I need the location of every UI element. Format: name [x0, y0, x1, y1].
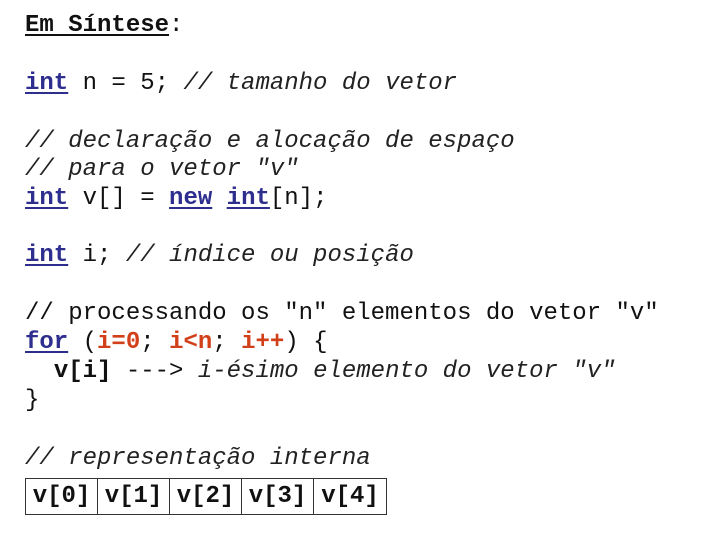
code-line-8: v[i] ---> i-ésimo elemento do vetor "v": [25, 358, 616, 386]
arrow: --->: [111, 358, 198, 385]
keyword-for: for: [25, 329, 69, 356]
code-line-2: // declaração e alocação de espaço: [25, 128, 515, 156]
code: i;: [68, 242, 126, 269]
keyword-int: int: [25, 185, 69, 212]
heading-text: Em Síntese: [25, 12, 170, 39]
init-expr: i=0: [97, 329, 141, 356]
paren-open: (: [68, 329, 98, 356]
code-line-7: for (i=0; i<n; i++) {: [25, 329, 328, 357]
code-line-6: // processando os "n" elementos do vetor…: [25, 300, 659, 328]
vector-cell: v[1]: [98, 479, 170, 514]
separator: ;: [140, 329, 170, 356]
code: v[] =: [68, 185, 170, 212]
code-line-5: int i; // índice ou posição: [25, 242, 414, 270]
heading-colon: :: [169, 12, 184, 39]
vector-cell: v[4]: [321, 483, 379, 510]
keyword-int: int: [25, 70, 69, 97]
heading: Em Síntese:: [25, 12, 183, 40]
code-line-4: int v[] = new int[n];: [25, 185, 328, 213]
code: [n];: [269, 185, 328, 212]
code-line-3: // para o vetor "v": [25, 156, 299, 184]
comment: // índice ou posição: [125, 242, 414, 269]
vector-cell: v[0]: [26, 479, 98, 514]
vector-access: v[i]: [53, 358, 112, 385]
vector-cell: v[2]: [170, 479, 242, 514]
vector-representation: v[0] v[1] v[2] v[3] v[4]: [25, 478, 387, 515]
keyword-int: int: [25, 242, 69, 269]
comment: // para o vetor "v": [25, 156, 299, 183]
comment: // representação interna: [25, 445, 371, 472]
code-line-1: int n = 5; // tamanho do vetor: [25, 70, 457, 98]
closing-brace: }: [25, 387, 40, 414]
incr-expr: i++: [241, 329, 285, 356]
code-line-9: }: [25, 387, 39, 415]
comment: // tamanho do vetor: [183, 70, 458, 97]
keyword-int: int: [226, 185, 270, 212]
vector-cell: v[3]: [242, 479, 314, 514]
separator: ;: [212, 329, 242, 356]
keyword-new: new: [169, 185, 213, 212]
paren-close: ) {: [284, 329, 328, 356]
comment: i-ésimo elemento do vetor "v": [197, 358, 616, 385]
code-line-10: // representação interna: [25, 445, 371, 473]
comment: // declaração e alocação de espaço: [25, 128, 515, 155]
code: n = 5;: [68, 70, 184, 97]
comment-plain: // processando os "n" elementos do vetor…: [25, 300, 659, 327]
cond-expr: i<n: [169, 329, 213, 356]
